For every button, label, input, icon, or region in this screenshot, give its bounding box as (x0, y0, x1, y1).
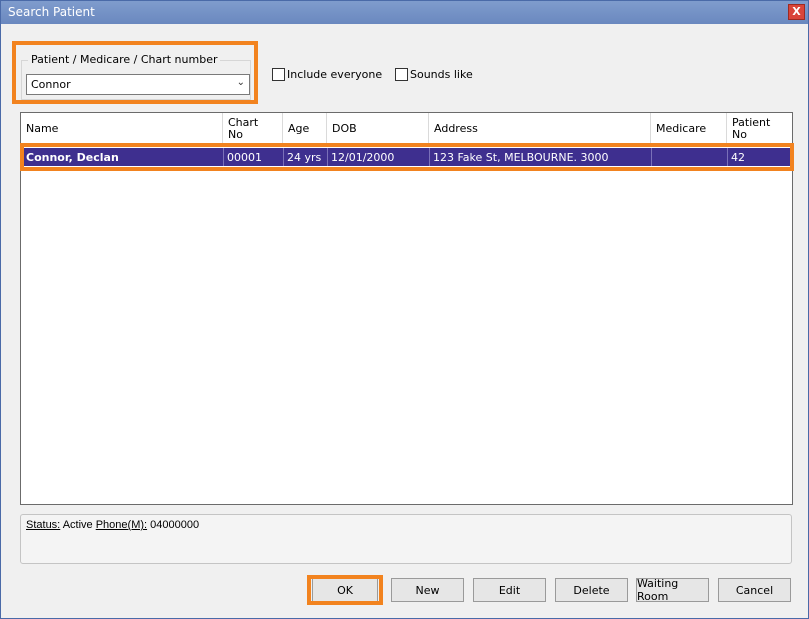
title-bar: Search Patient X (1, 1, 808, 24)
include-everyone-label: Include everyone (287, 68, 383, 81)
sounds-like-label: Sounds like (410, 68, 473, 81)
column-header-dob[interactable]: DOB (327, 113, 429, 146)
grid-header: Name Chart No Age DOB Address Medicare P… (21, 113, 792, 146)
column-header-patient-no-label: Patient No (732, 116, 771, 141)
status-value: Active (60, 519, 96, 531)
column-header-age[interactable]: Age (283, 113, 327, 146)
delete-button[interactable]: Delete (555, 578, 628, 602)
edit-button[interactable]: Edit (473, 578, 546, 602)
search-highlight (12, 41, 258, 104)
new-button[interactable]: New (391, 578, 464, 602)
sounds-like-checkbox[interactable]: Sounds like (395, 68, 473, 81)
phone-value: 04000000 (147, 519, 200, 531)
status-label: Status: (26, 519, 61, 531)
row-highlight (20, 143, 794, 171)
column-header-name[interactable]: Name (21, 113, 223, 146)
sounds-like-box[interactable] (395, 68, 408, 81)
include-everyone-checkbox[interactable]: Include everyone (272, 68, 382, 81)
column-header-chart-no[interactable]: Chart No (223, 113, 283, 146)
waiting-room-button[interactable]: Waiting Room (636, 577, 709, 603)
column-header-address[interactable]: Address (429, 113, 651, 146)
column-header-patient-no[interactable]: Patient No (727, 113, 792, 146)
cancel-button[interactable]: Cancel (718, 578, 791, 602)
status-panel: Status: Active Phone(M): 04000000 (20, 514, 792, 564)
column-header-chart-no-label: Chart No (228, 116, 259, 141)
window-title: Search Patient (8, 5, 95, 19)
close-button[interactable]: X (788, 4, 805, 20)
column-header-medicare[interactable]: Medicare (651, 113, 727, 146)
include-everyone-box[interactable] (272, 68, 285, 81)
phone-label: Phone(M): (95, 519, 148, 531)
ok-highlight (307, 575, 383, 605)
